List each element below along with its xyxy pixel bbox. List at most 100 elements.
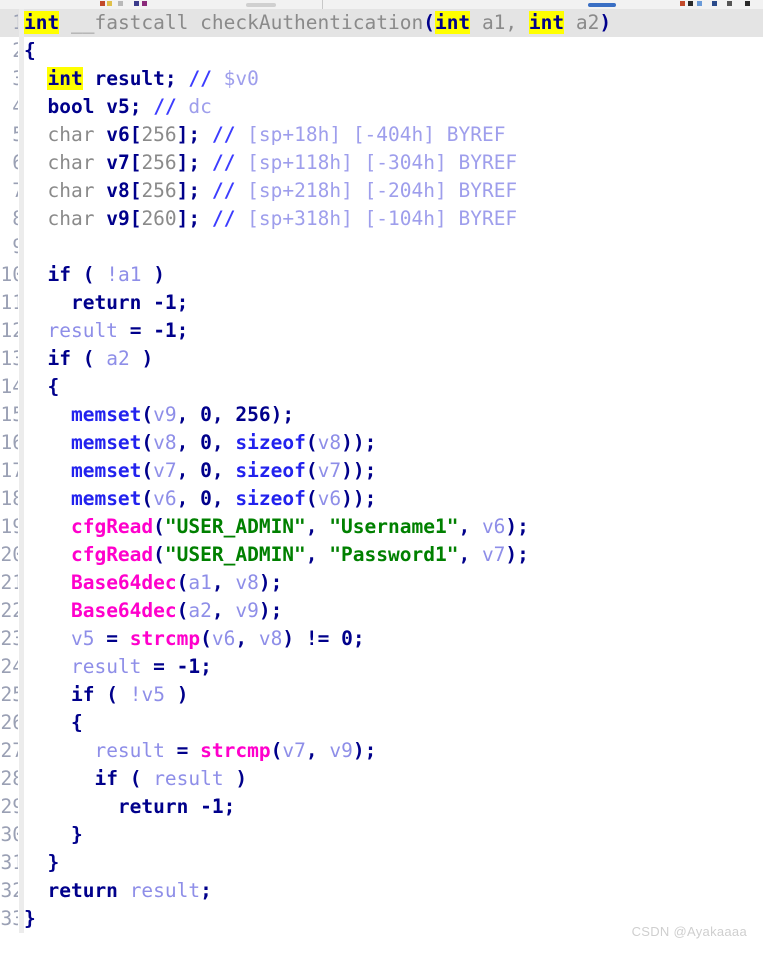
code-token-var[interactable]: v7	[153, 459, 176, 482]
code-token-var[interactable]: v7	[282, 739, 305, 762]
toolbar-icon-11[interactable]	[727, 1, 732, 6]
code-line-text[interactable]: memset(v8, 0, sizeof(v8));	[24, 429, 376, 457]
code-line-text[interactable]: memset(v9, 0, 256);	[24, 401, 294, 429]
code-line-text[interactable]: Base64dec(a1, v8);	[24, 569, 282, 597]
toolbar-icon-12[interactable]	[745, 1, 750, 6]
code-line[interactable]: 25 if ( !v5 )	[0, 681, 763, 709]
code-token-var[interactable]: v8	[235, 571, 258, 594]
code-token-var[interactable]: v8	[259, 627, 282, 650]
code-line[interactable]: 12 result = -1;	[0, 317, 763, 345]
code-line-text[interactable]: }	[24, 821, 83, 849]
code-token-fn[interactable]: Base64dec	[71, 571, 177, 594]
code-token-var[interactable]: v9	[153, 403, 176, 426]
code-line-text[interactable]: cfgRead("USER_ADMIN", "Password1", v7);	[24, 541, 529, 569]
code-line[interactable]: 23 v5 = strcmp(v6, v8) != 0;	[0, 625, 763, 653]
code-line-text[interactable]: if ( !v5 )	[24, 681, 188, 709]
code-token-lib[interactable]: memset	[71, 431, 141, 454]
code-token-var[interactable]: result	[71, 655, 141, 678]
code-token-var[interactable]: a2	[106, 347, 129, 370]
code-line-text[interactable]: {	[24, 709, 83, 737]
code-token-lib[interactable]: sizeof	[235, 487, 305, 510]
code-line[interactable]: 21 Base64dec(a1, v8);	[0, 569, 763, 597]
toolbar-dropdown[interactable]	[246, 3, 276, 7]
code-token-var[interactable]: !	[130, 683, 142, 706]
code-token-fn[interactable]: cfgRead	[71, 515, 153, 538]
code-line[interactable]: 26 {	[0, 709, 763, 737]
code-line-text[interactable]: char v7[256]; // [sp+118h] [-304h] BYREF	[24, 149, 517, 177]
toolbar-icon-4[interactable]	[134, 1, 139, 6]
code-token-var[interactable]: v8	[318, 431, 341, 454]
code-line-text[interactable]: memset(v7, 0, sizeof(v7));	[24, 457, 376, 485]
code-line-text[interactable]: return -1;	[24, 793, 235, 821]
code-token-lib[interactable]: sizeof	[235, 459, 305, 482]
code-line-text[interactable]: memset(v6, 0, sizeof(v6));	[24, 485, 376, 513]
toolbar-icon-8[interactable]	[688, 1, 693, 6]
code-token-var[interactable]: v5	[71, 627, 94, 650]
code-line[interactable]: 20 cfgRead("USER_ADMIN", "Password1", v7…	[0, 541, 763, 569]
code-token-var[interactable]: !	[106, 263, 118, 286]
code-line[interactable]: 13 if ( a2 )	[0, 345, 763, 373]
code-line[interactable]: 24 result = -1;	[0, 653, 763, 681]
code-line[interactable]: 16 memset(v8, 0, sizeof(v8));	[0, 429, 763, 457]
toolbar-icon-7[interactable]	[680, 1, 685, 6]
code-token-var[interactable]: v7	[482, 543, 505, 566]
code-line[interactable]: 4 bool v5; // dc	[0, 93, 763, 121]
code-line[interactable]: 18 memset(v6, 0, sizeof(v6));	[0, 485, 763, 513]
code-line-text[interactable]: }	[24, 849, 59, 877]
code-line-text[interactable]: if ( a2 )	[24, 345, 153, 373]
code-token-lib[interactable]: sizeof	[235, 431, 305, 454]
code-line[interactable]: 28 if ( result )	[0, 765, 763, 793]
code-token-var[interactable]: v6	[318, 487, 341, 510]
code-line[interactable]: 11 return -1;	[0, 289, 763, 317]
code-token-var[interactable]: result	[47, 319, 117, 342]
code-token-fn[interactable]: cfgRead	[71, 543, 153, 566]
code-line[interactable]: 3 int result; // $v0	[0, 65, 763, 93]
code-line[interactable]: 7 char v8[256]; // [sp+218h] [-204h] BYR…	[0, 177, 763, 205]
code-line[interactable]: 1 int __fastcall checkAuthentication(int …	[0, 9, 763, 37]
code-line[interactable]: 2{	[0, 37, 763, 65]
code-token-fn[interactable]: strcmp	[130, 627, 200, 650]
code-token-var[interactable]: v7	[318, 459, 341, 482]
code-token-fn[interactable]: strcmp	[200, 739, 270, 762]
code-token-var[interactable]: v6	[212, 627, 235, 650]
code-line-text[interactable]: bool v5; // dc	[24, 93, 211, 121]
code-token-var[interactable]: v6	[482, 515, 505, 538]
code-token-var[interactable]: result	[94, 739, 164, 762]
code-line-text[interactable]: return -1;	[24, 289, 188, 317]
code-line[interactable]: 27 result = strcmp(v7, v9);	[0, 737, 763, 765]
code-line[interactable]: 10 if ( !a1 )	[0, 261, 763, 289]
code-line-text[interactable]: int result; // $v0	[24, 65, 259, 93]
code-line[interactable]: 9	[0, 233, 763, 261]
code-line-text[interactable]: char v9[260]; // [sp+318h] [-104h] BYREF	[24, 205, 517, 233]
code-line[interactable]: 31 }	[0, 849, 763, 877]
code-token-var[interactable]: v8	[153, 431, 176, 454]
code-token-var[interactable]: v5	[141, 683, 164, 706]
code-line-text[interactable]: return result;	[24, 877, 211, 905]
code-line-text[interactable]: result = strcmp(v7, v9);	[24, 737, 376, 765]
toolbar-icon-6[interactable]	[588, 3, 616, 7]
code-line-text[interactable]: Base64dec(a2, v9);	[24, 597, 282, 625]
code-token-var[interactable]: v9	[235, 599, 258, 622]
code-token-lib[interactable]: memset	[71, 487, 141, 510]
toolbar-icon-9[interactable]	[697, 1, 702, 6]
code-line[interactable]: 19 cfgRead("USER_ADMIN", "Username1", v6…	[0, 513, 763, 541]
code-token-lib[interactable]: memset	[71, 459, 141, 482]
toolbar-icon-5[interactable]	[142, 1, 147, 6]
code-line-text[interactable]: if ( result )	[24, 765, 247, 793]
code-token-var[interactable]: a2	[188, 599, 211, 622]
code-line[interactable]: 6 char v7[256]; // [sp+118h] [-304h] BYR…	[0, 149, 763, 177]
code-line[interactable]: 30 }	[0, 821, 763, 849]
code-line[interactable]: 17 memset(v7, 0, sizeof(v7));	[0, 457, 763, 485]
code-line[interactable]: 14 {	[0, 373, 763, 401]
code-line-text[interactable]: {	[24, 373, 59, 401]
code-line-text[interactable]: result = -1;	[24, 317, 188, 345]
code-line[interactable]: 15 memset(v9, 0, 256);	[0, 401, 763, 429]
code-token-var[interactable]: a1	[188, 571, 211, 594]
code-line-text[interactable]: char v6[256]; // [sp+18h] [-404h] BYREF	[24, 121, 505, 149]
code-token-var[interactable]: v9	[329, 739, 352, 762]
toolbar-icon-2[interactable]	[107, 1, 112, 6]
code-line-text[interactable]: result = -1;	[24, 653, 212, 681]
code-token-fn[interactable]: Base64dec	[71, 599, 177, 622]
code-line-text[interactable]: {	[24, 37, 36, 65]
code-line-text[interactable]: cfgRead("USER_ADMIN", "Username1", v6);	[24, 513, 529, 541]
